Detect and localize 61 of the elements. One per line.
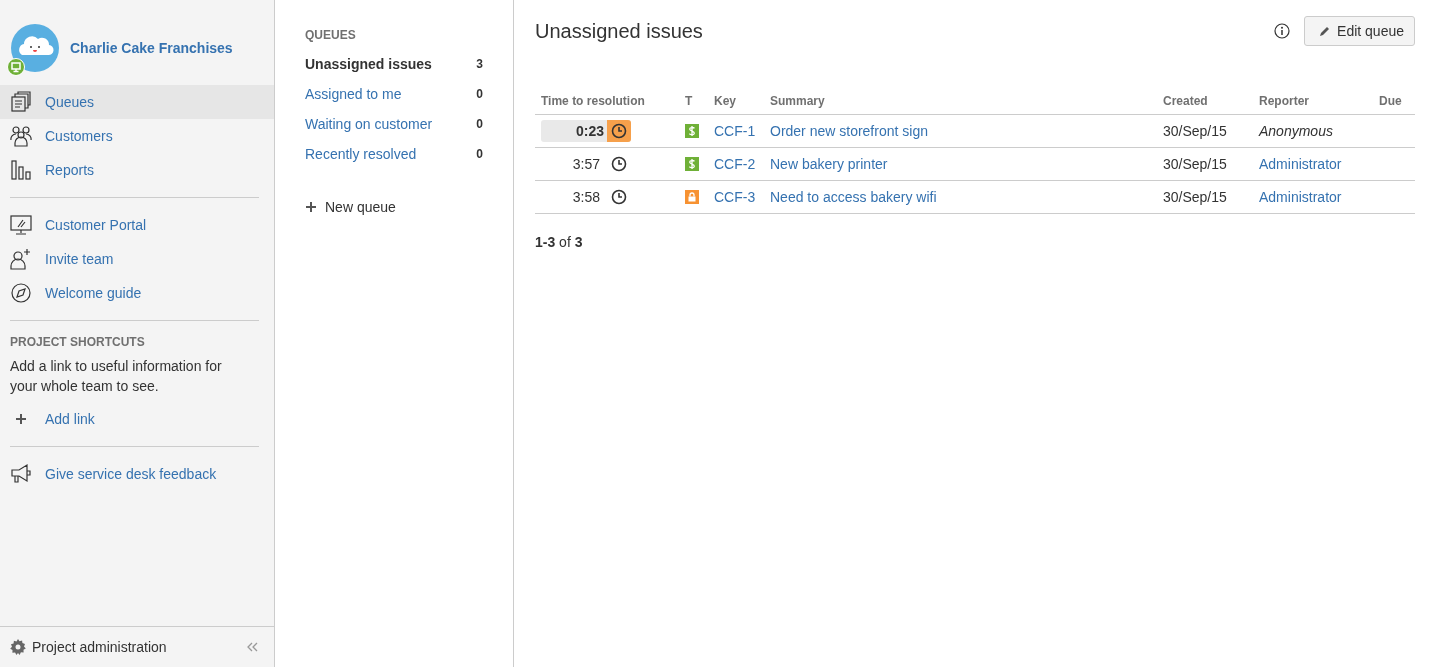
clock-icon [611,189,627,205]
edit-queue-button[interactable]: Edit queue [1304,16,1415,46]
gear-icon [10,639,26,655]
new-queue-link[interactable]: New queue [305,199,483,215]
column-header[interactable]: Key [708,88,764,115]
sla-timer: 3:58 [541,186,631,208]
cloud-avatar-icon [10,22,60,73]
collapse-icon[interactable] [246,642,258,652]
issue-key-link[interactable]: CCF-3 [714,189,756,205]
reporter-link[interactable]: Administrator [1259,156,1342,172]
feedback-link[interactable]: Give service desk feedback [0,457,274,491]
sla-timer: 3:57 [541,153,631,175]
reporter-name: Anonymous [1259,123,1333,139]
queues-icon [10,91,32,113]
column-header[interactable]: Summary [764,88,1157,115]
pencil-icon [1319,25,1332,37]
created-date: 30/Sep/15 [1157,147,1253,181]
nav-item[interactable]: Customers [0,119,274,153]
nav-item[interactable]: Reports [0,153,274,187]
plus-icon [305,201,317,213]
nav-link[interactable]: Invite team [0,242,274,276]
issue-summary-link[interactable]: New bakery printer [770,156,888,172]
megaphone-icon [10,463,32,485]
issue-key-link[interactable]: CCF-2 [714,156,756,172]
queue-item[interactable]: Waiting on customer 0 [305,109,483,139]
info-icon[interactable] [1274,23,1291,39]
issue-summary-link[interactable]: Need to access bakery wifi [770,189,937,205]
clock-icon [611,123,627,139]
queue-item[interactable]: Recently resolved 0 [305,139,483,169]
created-date: 30/Sep/15 [1157,114,1253,148]
section-heading: QUEUES [305,28,357,42]
nav-item[interactable]: Queues [0,85,274,119]
project-administration-link[interactable]: Project administration [10,639,167,655]
column-header[interactable]: Created [1157,88,1253,115]
column-header[interactable]: Time to resolution [535,88,679,115]
pagination-count: 1-3 of 3 [535,234,584,250]
sla-timer: 0:23 [541,120,631,142]
clock-icon [611,156,627,172]
created-date: 30/Sep/15 [1157,180,1253,214]
add-link[interactable]: Add link [0,402,274,436]
column-header[interactable]: T [679,88,708,115]
issue-key-link[interactable]: CCF-1 [714,123,756,139]
page-title: Unassigned issues [535,19,704,43]
people-icon [10,125,32,147]
shortcuts-description: Add a link to useful information for your whole team to see. [10,357,223,396]
project-name-link[interactable]: Charlie Cake Franchises [70,39,233,56]
queue-item[interactable]: Unassigned issues 3 [305,49,483,79]
plus-icon [15,413,27,425]
bar-chart-icon [10,159,32,181]
queue-item[interactable]: Assigned to me 0 [305,79,483,109]
issue-summary-link[interactable]: Order new storefront sign [770,123,928,139]
compass-icon [10,282,32,304]
column-header[interactable]: Due [1373,88,1415,115]
nav-link[interactable]: Customer Portal [0,208,274,242]
monitor-icon [10,214,32,236]
reporter-link[interactable]: Administrator [1259,189,1342,205]
nav-link[interactable]: Welcome guide [0,276,274,310]
column-header[interactable]: Reporter [1253,88,1373,115]
add-person-icon [10,248,32,270]
monitor-badge-icon [7,57,25,76]
section-heading: PROJECT SHORTCUTS [9,334,146,349]
